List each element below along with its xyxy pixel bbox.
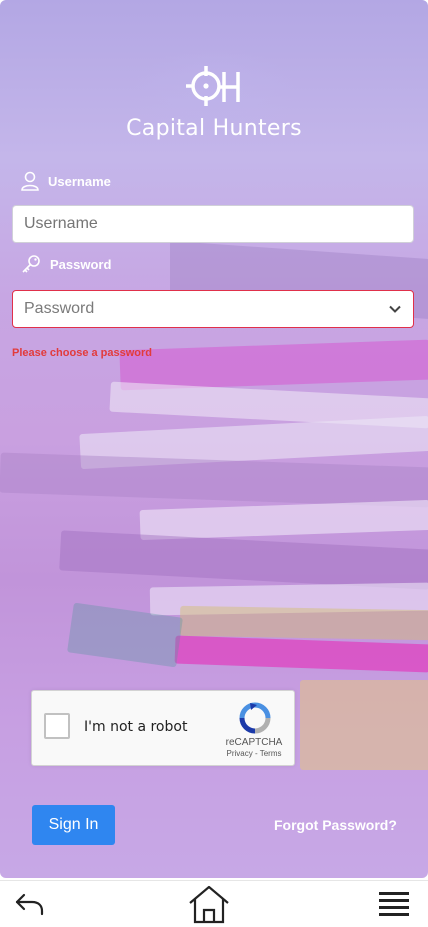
password-error-message: Please choose a password bbox=[12, 347, 153, 359]
crosshair-ch-logo-icon bbox=[186, 66, 240, 106]
username-input[interactable] bbox=[12, 205, 414, 243]
recaptcha-label: I'm not a robot bbox=[84, 719, 188, 735]
back-arrow-icon[interactable] bbox=[14, 889, 46, 919]
password-field[interactable]: Password bbox=[12, 290, 414, 328]
password-placeholder: Password bbox=[24, 300, 95, 317]
recaptcha-widget: I'm not a robot reCAPTCHA Privacy - Term… bbox=[31, 690, 295, 766]
recaptcha-logo-icon bbox=[239, 702, 271, 734]
password-label-text: Password bbox=[50, 256, 112, 272]
password-label: Password bbox=[20, 254, 111, 274]
recaptcha-brand: reCAPTCHA bbox=[225, 737, 283, 748]
username-label: Username bbox=[20, 171, 111, 191]
home-icon[interactable] bbox=[187, 884, 231, 924]
sign-in-button[interactable]: Sign In bbox=[32, 805, 115, 845]
menu-icon[interactable] bbox=[378, 890, 410, 918]
chevron-down-icon[interactable] bbox=[388, 302, 402, 316]
forgot-password-link[interactable]: Forgot Password? bbox=[274, 817, 397, 833]
recaptcha-checkbox[interactable] bbox=[44, 713, 70, 739]
key-icon bbox=[22, 255, 40, 273]
user-icon bbox=[21, 171, 39, 191]
brand-logo: Capital Hunters bbox=[0, 62, 428, 141]
brand-name: Capital Hunters bbox=[126, 116, 302, 141]
login-screen: Capital Hunters Username Password Passwo… bbox=[0, 0, 428, 878]
bottom-nav-bar bbox=[0, 880, 428, 927]
recaptcha-privacy-terms-link[interactable]: Privacy - Terms bbox=[218, 749, 290, 758]
username-label-text: Username bbox=[48, 173, 111, 189]
